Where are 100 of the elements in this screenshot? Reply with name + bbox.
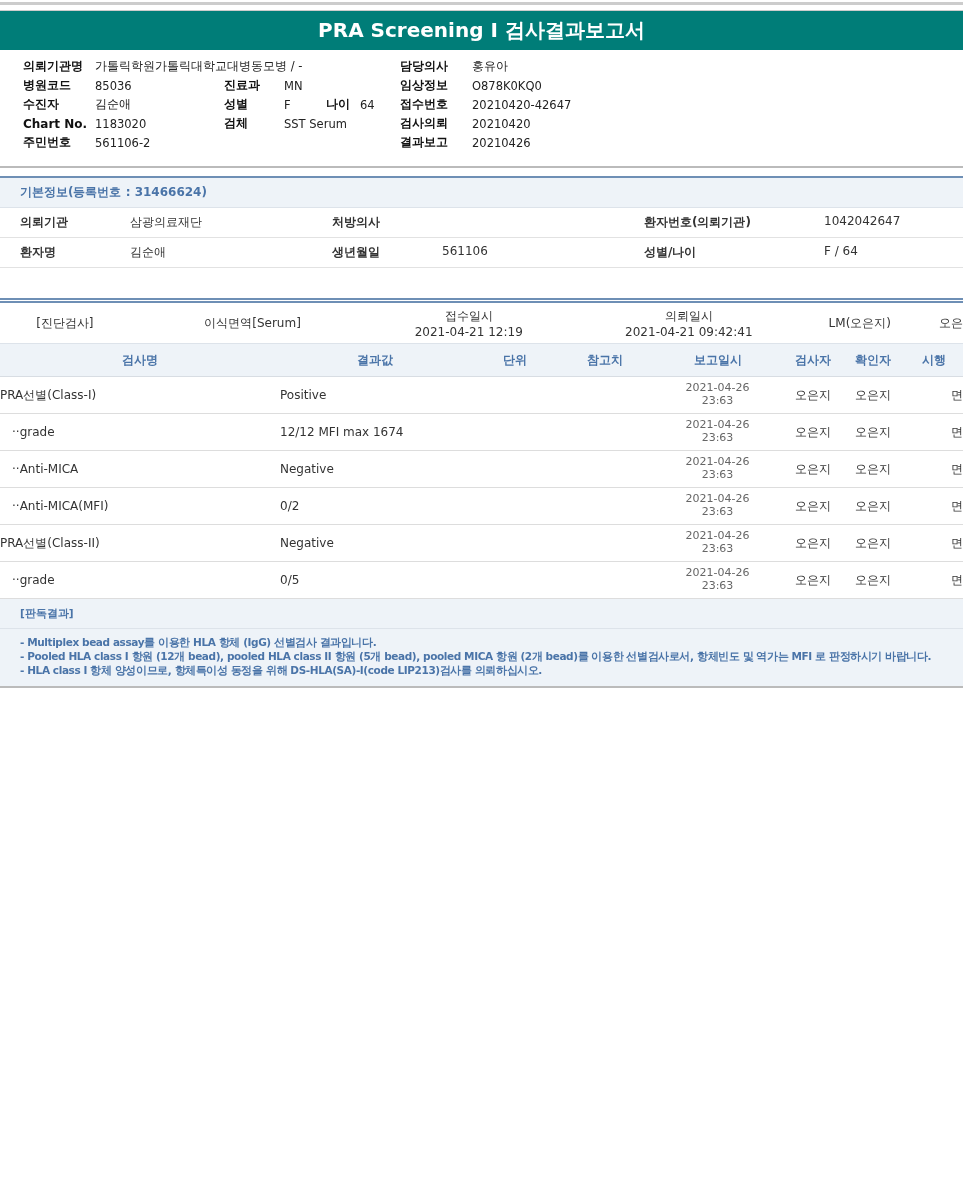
field-value: 삼광의료재단 — [130, 214, 202, 231]
field-label: 접수번호 — [400, 96, 449, 113]
table-cell: 오은지 — [840, 561, 905, 599]
table-cell: 오은지 — [840, 524, 905, 562]
table-cell: 오은지 — [785, 487, 840, 525]
report-date: 2021-04-26 — [684, 530, 751, 543]
field-value: 20210420-42647 — [472, 97, 572, 112]
field-value: 64 — [360, 97, 376, 112]
field-label: 나이 — [326, 96, 351, 113]
field-value: 가톨릭학원가톨릭대학교대병동모병 / - — [95, 59, 303, 74]
report-title: PRA Screening I 검사결과보고서 — [318, 17, 645, 44]
field-value: 561106 — [442, 244, 488, 260]
table-cell: 0/2 — [280, 487, 470, 525]
table-cell: ··Anti-MICA(MFI) — [0, 487, 280, 525]
field-value: 20210426 — [472, 135, 531, 150]
field-label: 성별/나이 — [644, 244, 698, 261]
field-value: O878K0KQ0 — [472, 78, 542, 93]
field-value: F — [284, 97, 292, 112]
field-value: 20210420 — [472, 116, 531, 131]
field-value: 561106-2 — [95, 135, 151, 150]
field-label: 수진자 — [23, 96, 60, 113]
field-label: 병원코드 — [23, 77, 72, 94]
table-cell: 오은지 — [785, 524, 840, 562]
order-value: 오은 — [939, 314, 963, 332]
field-value: 85036 — [95, 78, 132, 93]
table-cell: 오은지 — [840, 487, 905, 525]
table-cell: PRA선별(Class-II) — [0, 524, 280, 562]
report-time: 23:63 — [700, 543, 735, 556]
table-cell: 면 — [905, 450, 963, 488]
field-label: 생년월일 — [332, 244, 381, 261]
field-value: MN — [284, 78, 304, 93]
table-cell: ··grade — [0, 561, 280, 599]
order-value: 2021-04-21 12:19 — [414, 324, 523, 339]
column-header: 확인자 — [840, 343, 905, 377]
report-time: 23:63 — [700, 469, 735, 482]
table-cell: 면 — [905, 413, 963, 451]
column-header: 참고치 — [560, 343, 650, 377]
table-cell: 오은지 — [785, 376, 840, 414]
field-label: 환자명 — [20, 244, 57, 261]
field-value: SST Serum — [284, 116, 347, 131]
field-label: 진료과 — [224, 77, 261, 94]
column-header: 검사명 — [0, 343, 280, 377]
field-value: 1183020 — [95, 116, 147, 131]
field-value: 김순애 — [95, 97, 131, 112]
section-title: [판독결과] — [20, 606, 74, 621]
table-cell: 오은지 — [785, 413, 840, 451]
order-value: LM(오은지) — [828, 314, 891, 332]
report-date: 2021-04-26 — [684, 567, 751, 580]
order-value: [진단검사] — [36, 314, 94, 332]
column-header: 보고일시 — [650, 343, 785, 377]
report-time: 23:63 — [700, 432, 735, 445]
field-label: Chart No. — [23, 116, 89, 131]
column-header: 시행 — [905, 343, 963, 377]
table-cell: Negative — [280, 450, 470, 488]
field-label: 성별 — [224, 96, 249, 113]
field-label: 검체 — [224, 115, 249, 132]
field-label: 검사의뢰 — [400, 115, 449, 132]
table-cell: 오은지 — [840, 450, 905, 488]
field-value: 홍유아 — [472, 59, 508, 74]
table-cell: ··Anti-MICA — [0, 450, 280, 488]
column-header: 검사자 — [785, 343, 840, 377]
table-cell: 오은지 — [840, 376, 905, 414]
table-cell: 면 — [905, 376, 963, 414]
order-value: 2021-04-21 09:42:41 — [625, 324, 753, 339]
order-value: 이식면역[Serum] — [204, 314, 301, 332]
table-cell: 0/5 — [280, 561, 470, 599]
table-cell: Positive — [280, 376, 470, 414]
table-cell: 오은지 — [785, 561, 840, 599]
table-cell: PRA선별(Class-I) — [0, 376, 280, 414]
table-cell: 오은지 — [840, 413, 905, 451]
report-date: 2021-04-26 — [684, 493, 751, 506]
column-header: 단위 — [470, 343, 560, 377]
table-cell: ··grade — [0, 413, 280, 451]
table-cell: 면 — [905, 524, 963, 562]
table-cell: 오은지 — [785, 450, 840, 488]
table-cell: Negative — [280, 524, 470, 562]
field-label: 의뢰기관 — [20, 214, 69, 231]
report-date: 2021-04-26 — [684, 456, 751, 469]
interpretation-line: - Pooled HLA class I 항원 (12개 bead), pooled HLA class II 항원 (5개 bead), pooled MICA 항원 (2개 bead)를 이용한 선별검사로서, 항체빈도 및 역가는 MFI 로 판정하시기 바랍니다. — [20, 649, 933, 664]
interpretation-line: - Multiplex bead assay를 이용한 HLA 항체 (IgG) 선별검사 결과입니다. — [20, 635, 378, 650]
report-date: 2021-04-26 — [684, 419, 751, 432]
section-title: 기본정보(등록번호 : 31466624) — [20, 184, 207, 201]
report-time: 23:63 — [700, 580, 735, 593]
column-header: 결과값 — [280, 343, 470, 377]
field-label: 처방의사 — [332, 214, 381, 231]
interpretation-line: - HLA class I 항체 양성이므로, 항체특이성 동정을 위해 DS-HLA(SA)-I(code LIP213)검사를 의뢰하십시오. — [20, 663, 543, 678]
report-time: 23:63 — [700, 395, 735, 408]
field-value: 1042042647 — [824, 214, 901, 230]
table-cell: 면 — [905, 487, 963, 525]
report-date: 2021-04-26 — [684, 382, 751, 395]
table-cell: 면 — [905, 561, 963, 599]
order-label: 의뢰일시 — [664, 307, 713, 325]
table-cell: 12/12 MFI max 1674 — [280, 413, 470, 451]
field-label: 의뢰기관명 — [23, 58, 84, 75]
order-label: 접수일시 — [444, 307, 493, 325]
field-value: F / 64 — [824, 244, 858, 260]
field-label: 환자번호(의뢰기관) — [644, 214, 752, 231]
field-value: 김순애 — [130, 244, 166, 261]
field-label: 결과보고 — [400, 134, 449, 151]
field-label: 주민번호 — [23, 134, 72, 151]
